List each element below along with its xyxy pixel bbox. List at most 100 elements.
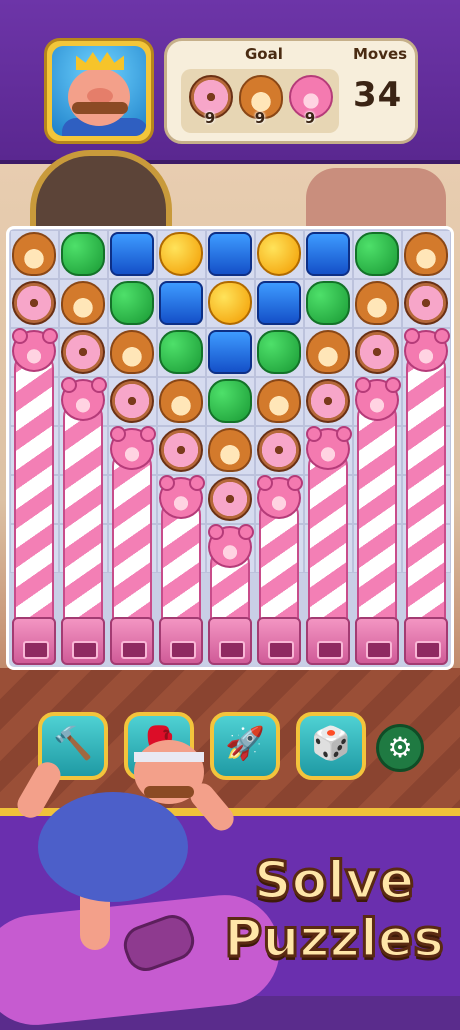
bear-ear [306,426,322,442]
donut-piece[interactable] [110,379,154,423]
goal-items: 9 9 9 [181,69,339,133]
pole-base [159,617,203,665]
background-tower [306,168,446,228]
apple-piece[interactable] [159,232,203,276]
pink-bear-piece[interactable] [355,377,401,421]
pig-character-body [38,792,188,902]
striped-pole [308,448,348,623]
pink-bear-piece[interactable] [306,426,352,470]
clover-piece[interactable] [110,281,154,325]
pole-base-slot [72,641,98,659]
headline-line-1: Solve [253,851,416,912]
pole-base-slot [317,641,343,659]
goal-count-donut: 9 [204,109,216,127]
clover-piece[interactable] [355,232,399,276]
bear-ear [159,475,175,491]
bear-ear [91,377,107,393]
goal-label: Goal [245,45,283,63]
moves-counter: 34 [353,75,403,115]
bear-ear [42,328,58,344]
dice-icon: 🎲 [311,724,351,762]
hamster-piece[interactable] [306,330,350,374]
blue-jelly-piece[interactable] [159,281,203,325]
clover-piece[interactable] [208,379,252,423]
bear-ear [238,524,254,540]
donut-piece[interactable] [159,428,203,472]
promo-headline: Solve Puzzles [223,851,446,970]
bear-ear [287,475,303,491]
hamster-piece[interactable] [404,232,448,276]
clover-piece[interactable] [61,232,105,276]
bear-ear [336,426,352,442]
hamster-piece[interactable] [159,379,203,423]
crown-icon [76,52,124,70]
king-avatar[interactable] [44,38,154,144]
bear-ear [110,426,126,442]
pink-bear-piece[interactable] [12,328,58,372]
pink-bear-piece[interactable] [257,475,303,519]
donut-piece[interactable] [208,477,252,521]
donut-piece[interactable] [404,281,448,325]
blue-jelly-piece[interactable] [208,232,252,276]
pole-base-slot [415,641,441,659]
hamster-piece[interactable] [257,379,301,423]
pole-base [404,617,448,665]
settings-button[interactable]: ⚙ [376,724,424,772]
clover-piece[interactable] [159,330,203,374]
bear-ear [355,377,371,393]
pink-bear-piece[interactable] [110,426,156,470]
rocket-icon: 🚀 [225,724,265,762]
bear-ear [385,377,401,393]
pole-base [355,617,399,665]
pig-mustache [144,786,194,798]
clover-piece[interactable] [257,330,301,374]
bear-ear [12,328,28,344]
top-bar: Goal Moves 9 9 9 34 [0,0,460,164]
blue-jelly-piece[interactable] [257,281,301,325]
bear-ear [404,328,420,344]
striped-pole [406,350,446,623]
gear-icon: ⚙ [387,731,413,764]
donut-piece[interactable] [61,330,105,374]
pole-base-slot [219,641,245,659]
bear-ear [140,426,156,442]
donut-piece[interactable] [306,379,350,423]
game-board[interactable] [6,226,454,670]
dice-booster[interactable]: 🎲 [296,712,366,780]
pink-bear-piece[interactable] [208,524,254,568]
apple-piece[interactable] [257,232,301,276]
bear-ear [61,377,77,393]
rocket-booster[interactable]: 🚀 [210,712,280,780]
pink-bear-piece[interactable] [404,328,450,372]
clover-piece[interactable] [306,281,350,325]
avatar-portrait [52,46,146,136]
pole-base [12,617,56,665]
bear-ear [189,475,205,491]
donut-piece[interactable] [12,281,56,325]
pole-base [257,617,301,665]
pig-headband [134,752,204,762]
blue-jelly-piece[interactable] [110,232,154,276]
donut-piece[interactable] [355,330,399,374]
striped-pole [14,350,54,623]
hamster-piece[interactable] [208,428,252,472]
blue-jelly-piece[interactable] [208,330,252,374]
hamster-piece[interactable] [12,232,56,276]
pole-base [61,617,105,665]
blue-jelly-piece[interactable] [306,232,350,276]
goal-count-hamster: 9 [254,109,266,127]
striped-pole [112,448,152,623]
moves-label: Moves [353,45,408,63]
hamster-piece[interactable] [61,281,105,325]
pole-base-slot [170,641,196,659]
bear-ear [208,524,224,540]
apple-piece[interactable] [208,281,252,325]
hamster-piece[interactable] [110,330,154,374]
hamster-piece[interactable] [355,281,399,325]
goal-count-bear: 9 [304,109,316,127]
donut-piece[interactable] [257,428,301,472]
pink-bear-piece[interactable] [159,475,205,519]
headline-line-2: Puzzles [223,909,446,970]
pink-bear-piece[interactable] [61,377,107,421]
bear-ear [434,328,450,344]
